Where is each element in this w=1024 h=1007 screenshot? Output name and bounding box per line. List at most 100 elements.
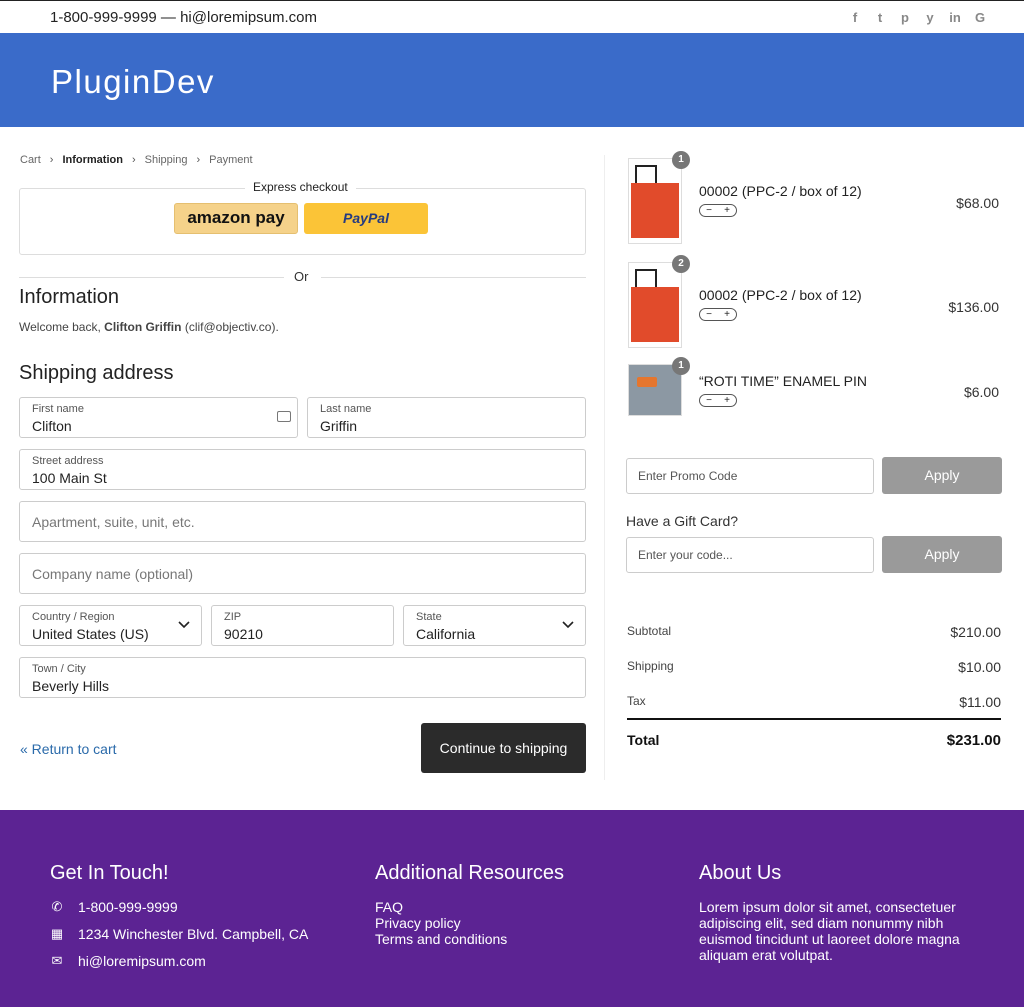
- faq-link[interactable]: FAQ: [375, 899, 564, 915]
- shipping-value: $10.00: [958, 659, 1001, 675]
- state-value: California: [416, 626, 476, 642]
- item-price: $6.00: [963, 384, 999, 400]
- last-name-value: Griffin: [320, 418, 358, 434]
- footer-resources: Additional Resources FAQ Privacy policy …: [375, 862, 564, 947]
- privacy-policy-link[interactable]: Privacy policy: [375, 915, 564, 931]
- top-contact: 1-800-999-9999 — hi@loremipsum.com: [50, 9, 318, 26]
- footer-address-text: 1234 Winchester Blvd. Campbell, CA: [78, 926, 309, 942]
- total-divider: [627, 718, 1001, 720]
- footer-address: ▦ 1234 Winchester Blvd. Campbell, CA: [50, 926, 308, 942]
- first-name-field[interactable]: First name Clifton: [19, 397, 298, 438]
- terms-link[interactable]: Terms and conditions: [375, 931, 564, 947]
- country-select[interactable]: Country / Region United States (US): [19, 605, 202, 646]
- item-name: 00002 (PPC-2 / box of 12): [699, 183, 862, 199]
- apply-promo-button[interactable]: Apply: [882, 457, 1002, 494]
- quantity-stepper: − +: [699, 308, 737, 321]
- city-field[interactable]: Town / City Beverly Hills: [19, 657, 586, 698]
- total-label: Total: [627, 732, 660, 748]
- plus-button[interactable]: +: [718, 395, 736, 406]
- contact-card-icon: [277, 411, 291, 422]
- apartment-field[interactable]: Apartment, suite, unit, etc.: [19, 501, 586, 542]
- footer-email: ✉ hi@loremipsum.com: [50, 953, 308, 969]
- zip-value: 90210: [224, 626, 263, 642]
- zip-field[interactable]: ZIP 90210: [211, 605, 394, 646]
- promo-code-placeholder: Enter Promo Code: [638, 469, 738, 483]
- quantity-stepper: − +: [699, 204, 737, 217]
- minus-button[interactable]: −: [700, 309, 718, 320]
- breadcrumb-information: Information: [62, 154, 123, 166]
- site-logo[interactable]: PluginDev: [51, 63, 215, 101]
- top-bar: 1-800-999-9999 — hi@loremipsum.com f t p…: [0, 0, 1024, 33]
- promo-code-input[interactable]: Enter Promo Code: [626, 458, 874, 494]
- total-row: Total $231.00: [627, 732, 1001, 749]
- google-plus-icon[interactable]: G: [972, 9, 988, 25]
- twitter-icon[interactable]: t: [872, 9, 888, 25]
- subtotal-label: Subtotal: [627, 624, 672, 638]
- pin-shape: [637, 377, 657, 387]
- quantity-badge: 1: [672, 357, 690, 375]
- zip-label: ZIP: [224, 611, 242, 623]
- gift-card-input[interactable]: Enter your code...: [626, 537, 874, 573]
- site-footer: Get In Touch! ✆ 1-800-999-9999 ▦ 1234 Wi…: [0, 810, 1024, 1007]
- express-checkout: Express checkout amazon pay PayPal: [19, 180, 586, 255]
- yelp-icon[interactable]: y: [922, 9, 938, 25]
- plus-button[interactable]: +: [718, 309, 736, 320]
- linkedin-icon[interactable]: in: [947, 9, 963, 25]
- item-name: 00002 (PPC-2 / box of 12): [699, 287, 862, 303]
- shipping-row: Shipping $10.00: [627, 659, 1001, 675]
- plus-button[interactable]: +: [718, 205, 736, 216]
- subtotal-row: Subtotal $210.00: [627, 624, 1001, 640]
- last-name-label: Last name: [320, 403, 372, 415]
- paypal-button[interactable]: PayPal: [304, 203, 428, 234]
- product-box-shape: [631, 183, 679, 238]
- facebook-icon[interactable]: f: [847, 9, 863, 25]
- or-divider: Or: [19, 268, 586, 286]
- product-logo-shape: [635, 165, 657, 185]
- company-field[interactable]: Company name (optional): [19, 553, 586, 594]
- tax-label: Tax: [627, 694, 646, 708]
- cart-item: 1 00002 (PPC-2 / box of 12) − + $68.00: [628, 151, 1002, 248]
- divider-line: [19, 277, 284, 278]
- amazon-pay-button[interactable]: amazon pay: [174, 203, 298, 234]
- footer-email-text[interactable]: hi@loremipsum.com: [78, 953, 206, 969]
- site-header: PluginDev: [0, 33, 1024, 127]
- shipping-address-heading: Shipping address: [19, 362, 174, 384]
- breadcrumb: Cart › Information › Shipping › Payment: [20, 154, 253, 166]
- email-icon: ✉: [51, 953, 63, 968]
- cart-item: 1 “ROTI TIME” ENAMEL PIN − + $6.00: [628, 357, 1002, 416]
- column-divider: [604, 155, 605, 780]
- minus-button[interactable]: −: [700, 395, 718, 406]
- item-price: $136.00: [948, 299, 999, 315]
- welcome-prefix: Welcome back,: [19, 320, 105, 334]
- breadcrumb-cart[interactable]: Cart: [20, 154, 41, 166]
- continue-to-shipping-button[interactable]: Continue to shipping: [421, 723, 586, 773]
- gift-card-placeholder: Enter your code...: [638, 548, 733, 562]
- apply-gift-card-button[interactable]: Apply: [882, 536, 1002, 573]
- last-name-field[interactable]: Last name Griffin: [307, 397, 586, 438]
- footer-contact: Get In Touch! ✆ 1-800-999-9999 ▦ 1234 Wi…: [50, 862, 308, 980]
- divider-line: [321, 277, 586, 278]
- apartment-placeholder: Apartment, suite, unit, etc.: [32, 514, 195, 530]
- street-address-field[interactable]: Street address 100 Main St: [19, 449, 586, 490]
- footer-resources-heading: Additional Resources: [375, 862, 564, 884]
- product-thumbnail[interactable]: [628, 262, 682, 348]
- chevron-down-icon: [178, 621, 190, 629]
- country-label: Country / Region: [32, 611, 115, 623]
- return-to-cart-link[interactable]: « Return to cart: [20, 741, 117, 757]
- gift-card-label: Have a Gift Card?: [626, 513, 739, 529]
- chevron-right-icon: ›: [196, 154, 201, 166]
- first-name-label: First name: [32, 403, 84, 415]
- cart-item: 2 00002 (PPC-2 / box of 12) − + $136.00: [628, 255, 1002, 352]
- state-select[interactable]: State California: [403, 605, 586, 646]
- product-logo-shape: [635, 269, 657, 289]
- pinterest-icon[interactable]: p: [897, 9, 913, 25]
- quantity-stepper: − +: [699, 394, 737, 407]
- product-thumbnail[interactable]: [628, 158, 682, 244]
- product-box-shape: [631, 287, 679, 342]
- minus-button[interactable]: −: [700, 205, 718, 216]
- chevron-right-icon: ›: [49, 154, 54, 166]
- quantity-badge: 1: [672, 151, 690, 169]
- footer-phone-text[interactable]: 1-800-999-9999: [78, 899, 178, 915]
- city-value: Beverly Hills: [32, 678, 110, 694]
- tax-row: Tax $11.00: [627, 694, 1001, 710]
